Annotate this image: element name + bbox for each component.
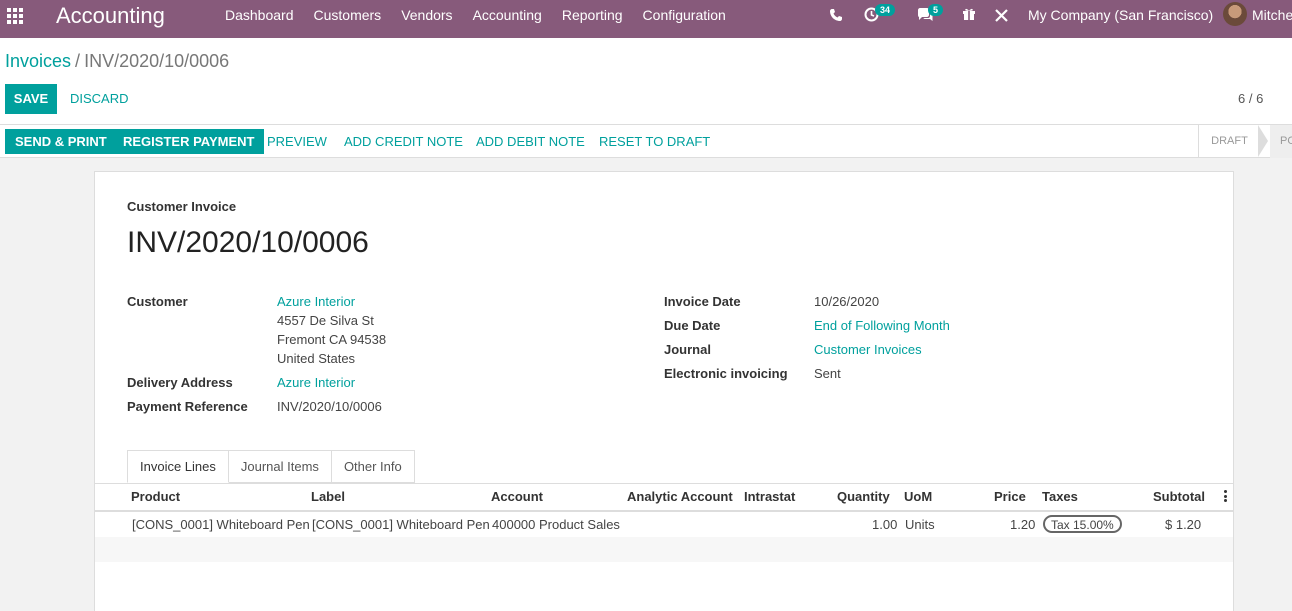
- invoice-date-label: Invoice Date: [664, 294, 741, 309]
- apps-grid-icon[interactable]: [6, 7, 24, 25]
- column-header-subtotal[interactable]: Subtotal: [1153, 489, 1205, 504]
- invoice-date-field[interactable]: 10/26/2020: [814, 294, 879, 309]
- breadcrumb-separator: /: [75, 51, 81, 71]
- delivery-address-label: Delivery Address: [127, 375, 233, 390]
- tab-invoice-lines[interactable]: Invoice Lines: [127, 450, 229, 483]
- journal-label: Journal: [664, 342, 711, 357]
- column-options-icon[interactable]: [1224, 490, 1227, 502]
- menu-item-customers[interactable]: Customers: [314, 7, 382, 23]
- tab-divider: [95, 483, 1233, 484]
- payment-reference-label: Payment Reference: [127, 399, 248, 414]
- phone-icon[interactable]: [829, 8, 843, 22]
- invoice-number: INV/2020/10/0006: [127, 226, 369, 259]
- company-switcher[interactable]: My Company (San Francisco): [1028, 7, 1213, 23]
- menu-item-vendors[interactable]: Vendors: [401, 7, 452, 23]
- column-header-product[interactable]: Product: [131, 489, 180, 504]
- send-print-button[interactable]: SEND & PRINT: [5, 129, 117, 154]
- breadcrumb: Invoices / INV/2020/10/0006: [5, 51, 229, 72]
- stage-posted[interactable]: PO: [1270, 125, 1292, 158]
- column-header-intrastat[interactable]: Intrastat: [744, 489, 795, 504]
- menu-item-configuration[interactable]: Configuration: [643, 7, 726, 23]
- line-uom[interactable]: Units: [905, 517, 935, 532]
- menu-item-reporting[interactable]: Reporting: [562, 7, 623, 23]
- activities-badge: 34: [875, 4, 896, 16]
- messages-badge: 5: [928, 4, 944, 16]
- app-brand[interactable]: Accounting: [56, 3, 165, 29]
- line-account[interactable]: 400000 Product Sales: [492, 517, 620, 532]
- delivery-address-link[interactable]: Azure Interior: [277, 375, 355, 390]
- tools-icon[interactable]: [995, 9, 1008, 22]
- breadcrumb-invoices-link[interactable]: Invoices: [5, 51, 71, 71]
- tab-journal-items[interactable]: Journal Items: [228, 450, 332, 483]
- journal-link[interactable]: Customer Invoices: [814, 342, 922, 357]
- due-date-link[interactable]: End of Following Month: [814, 318, 950, 333]
- customer-address-line: Fremont CA 94538: [277, 332, 387, 347]
- column-header-quantity[interactable]: Quantity: [837, 489, 890, 504]
- add-credit-note-button[interactable]: ADD CREDIT NOTE: [344, 129, 463, 154]
- user-avatar[interactable]: [1223, 2, 1247, 26]
- due-date-label: Due Date: [664, 318, 721, 333]
- line-subtotal: $ 1.20: [1165, 517, 1202, 532]
- gift-icon[interactable]: [962, 7, 976, 21]
- line-label[interactable]: [CONS_0001] Whiteboard Pen: [312, 517, 490, 532]
- empty-row[interactable]: [95, 537, 1233, 562]
- tab-other-info[interactable]: Other Info: [331, 450, 415, 483]
- einvoicing-label: Electronic invoicing: [664, 366, 788, 381]
- user-name[interactable]: Mitche: [1252, 7, 1292, 23]
- column-header-price[interactable]: Price: [994, 489, 1026, 504]
- customer-address-line: 4557 De Silva St: [277, 313, 374, 328]
- stage-draft[interactable]: DRAFT: [1198, 125, 1260, 158]
- stage-arrow: [1258, 125, 1268, 157]
- line-tax-tag[interactable]: Tax 15.00%: [1043, 515, 1122, 533]
- invoice-type-label: Customer Invoice: [127, 199, 237, 214]
- control-panel: Invoices / INV/2020/10/0006 SAVE DISCARD 6…: [0, 38, 1292, 158]
- pager-value[interactable]: 6 / 6: [1238, 91, 1263, 106]
- add-debit-note-button[interactable]: ADD DEBIT NOTE: [476, 129, 585, 154]
- reset-to-draft-button[interactable]: RESET TO DRAFT: [599, 129, 710, 154]
- customer-link[interactable]: Azure Interior: [277, 294, 355, 309]
- discard-button[interactable]: DISCARD: [62, 84, 137, 114]
- line-product[interactable]: [CONS_0001] Whiteboard Pen: [132, 517, 310, 532]
- payment-reference-field[interactable]: INV/2020/10/0006: [277, 399, 382, 414]
- customer-label: Customer: [127, 294, 188, 309]
- menu-item-accounting[interactable]: Accounting: [473, 7, 542, 23]
- line-price[interactable]: 1.20: [1010, 517, 1035, 532]
- line-quantity[interactable]: 1.00: [872, 517, 897, 532]
- einvoicing-status: Sent: [814, 366, 841, 381]
- column-header-uom[interactable]: UoM: [904, 489, 932, 504]
- customer-address-line: United States: [277, 351, 356, 366]
- save-button[interactable]: SAVE: [5, 84, 57, 114]
- column-header-account[interactable]: Account: [491, 489, 543, 504]
- register-payment-button[interactable]: REGISTER PAYMENT: [113, 129, 265, 154]
- column-header-taxes[interactable]: Taxes: [1042, 489, 1078, 504]
- column-header-analytic-account[interactable]: Analytic Account: [627, 489, 733, 504]
- preview-button[interactable]: PREVIEW: [267, 129, 327, 154]
- status-bar: SEND & PRINT REGISTER PAYMENT PREVIEW AD…: [0, 124, 1292, 158]
- menu-item-dashboard[interactable]: Dashboard: [225, 7, 294, 23]
- main-menu: Dashboard Customers Vendors Accounting R…: [225, 0, 746, 30]
- top-navbar: Accounting Dashboard Customers Vendors A…: [0, 0, 1292, 38]
- breadcrumb-current: INV/2020/10/0006: [84, 51, 230, 71]
- empty-row[interactable]: [95, 562, 1233, 587]
- notebook-tabs: Invoice Lines Journal Items Other Info: [127, 450, 415, 483]
- column-header-label[interactable]: Label: [311, 489, 345, 504]
- invoice-form-sheet: Customer Invoice INV/2020/10/0006 Custom…: [94, 171, 1234, 611]
